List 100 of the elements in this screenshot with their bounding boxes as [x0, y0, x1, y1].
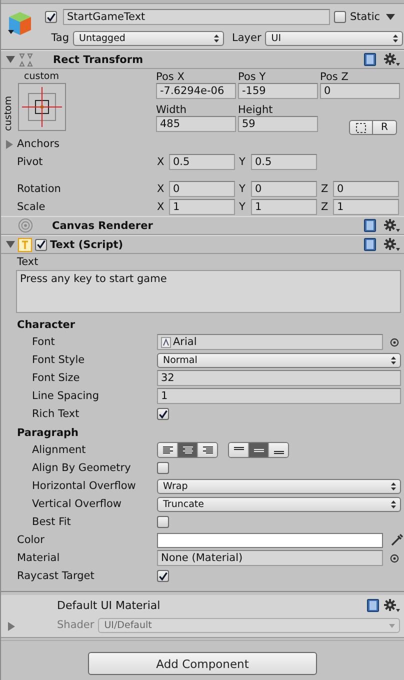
blueprint-mode-button[interactable]	[349, 120, 373, 135]
expand-triangle-icon[interactable]	[6, 55, 15, 64]
property-label: Raycast Target	[17, 570, 96, 582]
up-down-arrows-icon	[391, 482, 396, 490]
canvas-renderer-icon	[18, 218, 33, 233]
caret-icon	[389, 624, 395, 628]
property-label: Align By Geometry	[32, 462, 132, 474]
number-field[interactable]: 59	[238, 116, 318, 132]
property-label: Font Size	[32, 372, 81, 384]
component-title[interactable]: Rect Transform	[53, 54, 361, 66]
field-label: Height	[238, 104, 274, 116]
object-field[interactable]: Arial	[157, 334, 383, 350]
shader-dropdown[interactable]: UI/Default	[98, 618, 400, 632]
foldout-label[interactable]: Anchors	[17, 138, 60, 150]
help-icon[interactable]	[364, 219, 376, 232]
dropdown[interactable]: Wrap	[157, 478, 401, 494]
field-label: Pos Y	[238, 71, 267, 83]
property-label: Vertical Overflow	[32, 498, 123, 510]
dropdown[interactable]: Truncate	[157, 496, 401, 512]
checkbox[interactable]	[334, 11, 346, 23]
number-field[interactable]: 1	[251, 199, 317, 215]
number-field[interactable]: 0	[169, 181, 235, 197]
tag-dropdown[interactable]: Untagged	[73, 30, 224, 46]
alignment-button[interactable]	[229, 443, 248, 457]
number-field[interactable]: 1	[157, 388, 401, 404]
number-field[interactable]: -159	[238, 83, 318, 99]
property-label: Rotation	[17, 183, 62, 195]
property-label: Material	[17, 552, 61, 564]
checkbox[interactable]	[157, 462, 169, 474]
number-field[interactable]: 1	[169, 199, 235, 215]
property-label: Best Fit	[32, 516, 72, 528]
axis-label: X	[157, 201, 166, 213]
axis-label: Y	[239, 156, 246, 168]
property-label: Pivot	[17, 156, 44, 168]
object-field[interactable]: None (Material)	[157, 550, 383, 566]
font-asset-icon	[161, 336, 171, 348]
foldout-triangle-icon[interactable]	[5, 140, 14, 148]
alignment-button[interactable]	[197, 443, 217, 457]
axis-label: X	[157, 183, 166, 195]
dropdown[interactable]: Normal	[157, 352, 401, 368]
number-field[interactable]: 0	[320, 83, 400, 99]
axis-label: Z	[321, 201, 330, 213]
foldout-triangle-icon[interactable]	[7, 622, 16, 631]
group-heading: Character	[16, 318, 76, 333]
number-field[interactable]: 32	[157, 370, 401, 386]
checkbox[interactable]	[45, 11, 57, 23]
checkbox[interactable]	[157, 516, 169, 528]
raw-edit-button[interactable]: R	[373, 120, 397, 135]
shader-label: Shader	[57, 619, 94, 631]
anchor-preset-label: custom	[3, 95, 14, 131]
group-heading: Paragraph	[16, 426, 80, 441]
object-picker-icon[interactable]	[390, 554, 399, 562]
gear-icon[interactable]	[384, 238, 400, 251]
property-label: Horizontal Overflow	[32, 480, 137, 492]
checkbox[interactable]	[157, 408, 169, 420]
alignment-button[interactable]	[268, 443, 288, 457]
number-field[interactable]: 1	[333, 199, 399, 215]
axis-label: Y	[239, 201, 246, 213]
help-icon[interactable]	[364, 238, 376, 251]
checkbox[interactable]	[157, 570, 169, 582]
property-label: Color	[17, 534, 46, 546]
static-label: Static	[350, 11, 380, 23]
number-field[interactable]: -7.6294e-06	[156, 83, 236, 99]
up-down-arrows-icon	[391, 500, 396, 508]
text-area[interactable]: Press any key to start game	[16, 270, 401, 313]
eyedropper-icon[interactable]	[390, 533, 404, 547]
number-field[interactable]: 0	[333, 181, 399, 197]
property-label: Rich Text	[32, 408, 80, 420]
property-label: Scale	[17, 201, 46, 213]
text-component-icon	[18, 238, 32, 252]
game-object-icon	[7, 10, 33, 38]
component-title[interactable]: Text (Script)	[50, 238, 361, 250]
gear-icon[interactable]	[384, 53, 400, 66]
alignment-button[interactable]	[158, 443, 177, 457]
up-down-arrows-icon	[393, 34, 398, 42]
layer-dropdown[interactable]: UI	[265, 30, 404, 46]
rect-transform-icon	[18, 52, 34, 66]
property-label: Line Spacing	[32, 390, 100, 402]
color-field[interactable]	[157, 532, 383, 548]
name-field[interactable]: StartGameText	[63, 9, 330, 25]
number-field[interactable]: 0.5	[169, 154, 235, 170]
gear-icon[interactable]	[384, 219, 400, 232]
add-component-button[interactable]: Add Component	[88, 652, 317, 675]
axis-label: X	[157, 156, 166, 168]
tag-label: Tag	[50, 32, 69, 44]
help-icon[interactable]	[367, 598, 379, 612]
gear-icon[interactable]	[384, 598, 400, 612]
align-left-icon	[162, 446, 172, 454]
component-title[interactable]: Canvas Renderer	[52, 220, 361, 232]
number-field[interactable]: 0.5	[251, 154, 317, 170]
checkbox[interactable]	[35, 238, 47, 250]
help-icon[interactable]	[364, 53, 376, 66]
anchor-preset-button[interactable]	[18, 83, 66, 131]
dashed-square-icon	[356, 122, 366, 132]
number-field[interactable]: 0	[251, 181, 317, 197]
object-picker-icon[interactable]	[390, 338, 399, 346]
align-center-icon	[182, 446, 192, 454]
expand-triangle-icon[interactable]	[6, 240, 15, 249]
caret-icon[interactable]	[386, 14, 396, 20]
number-field[interactable]: 485	[156, 116, 236, 132]
